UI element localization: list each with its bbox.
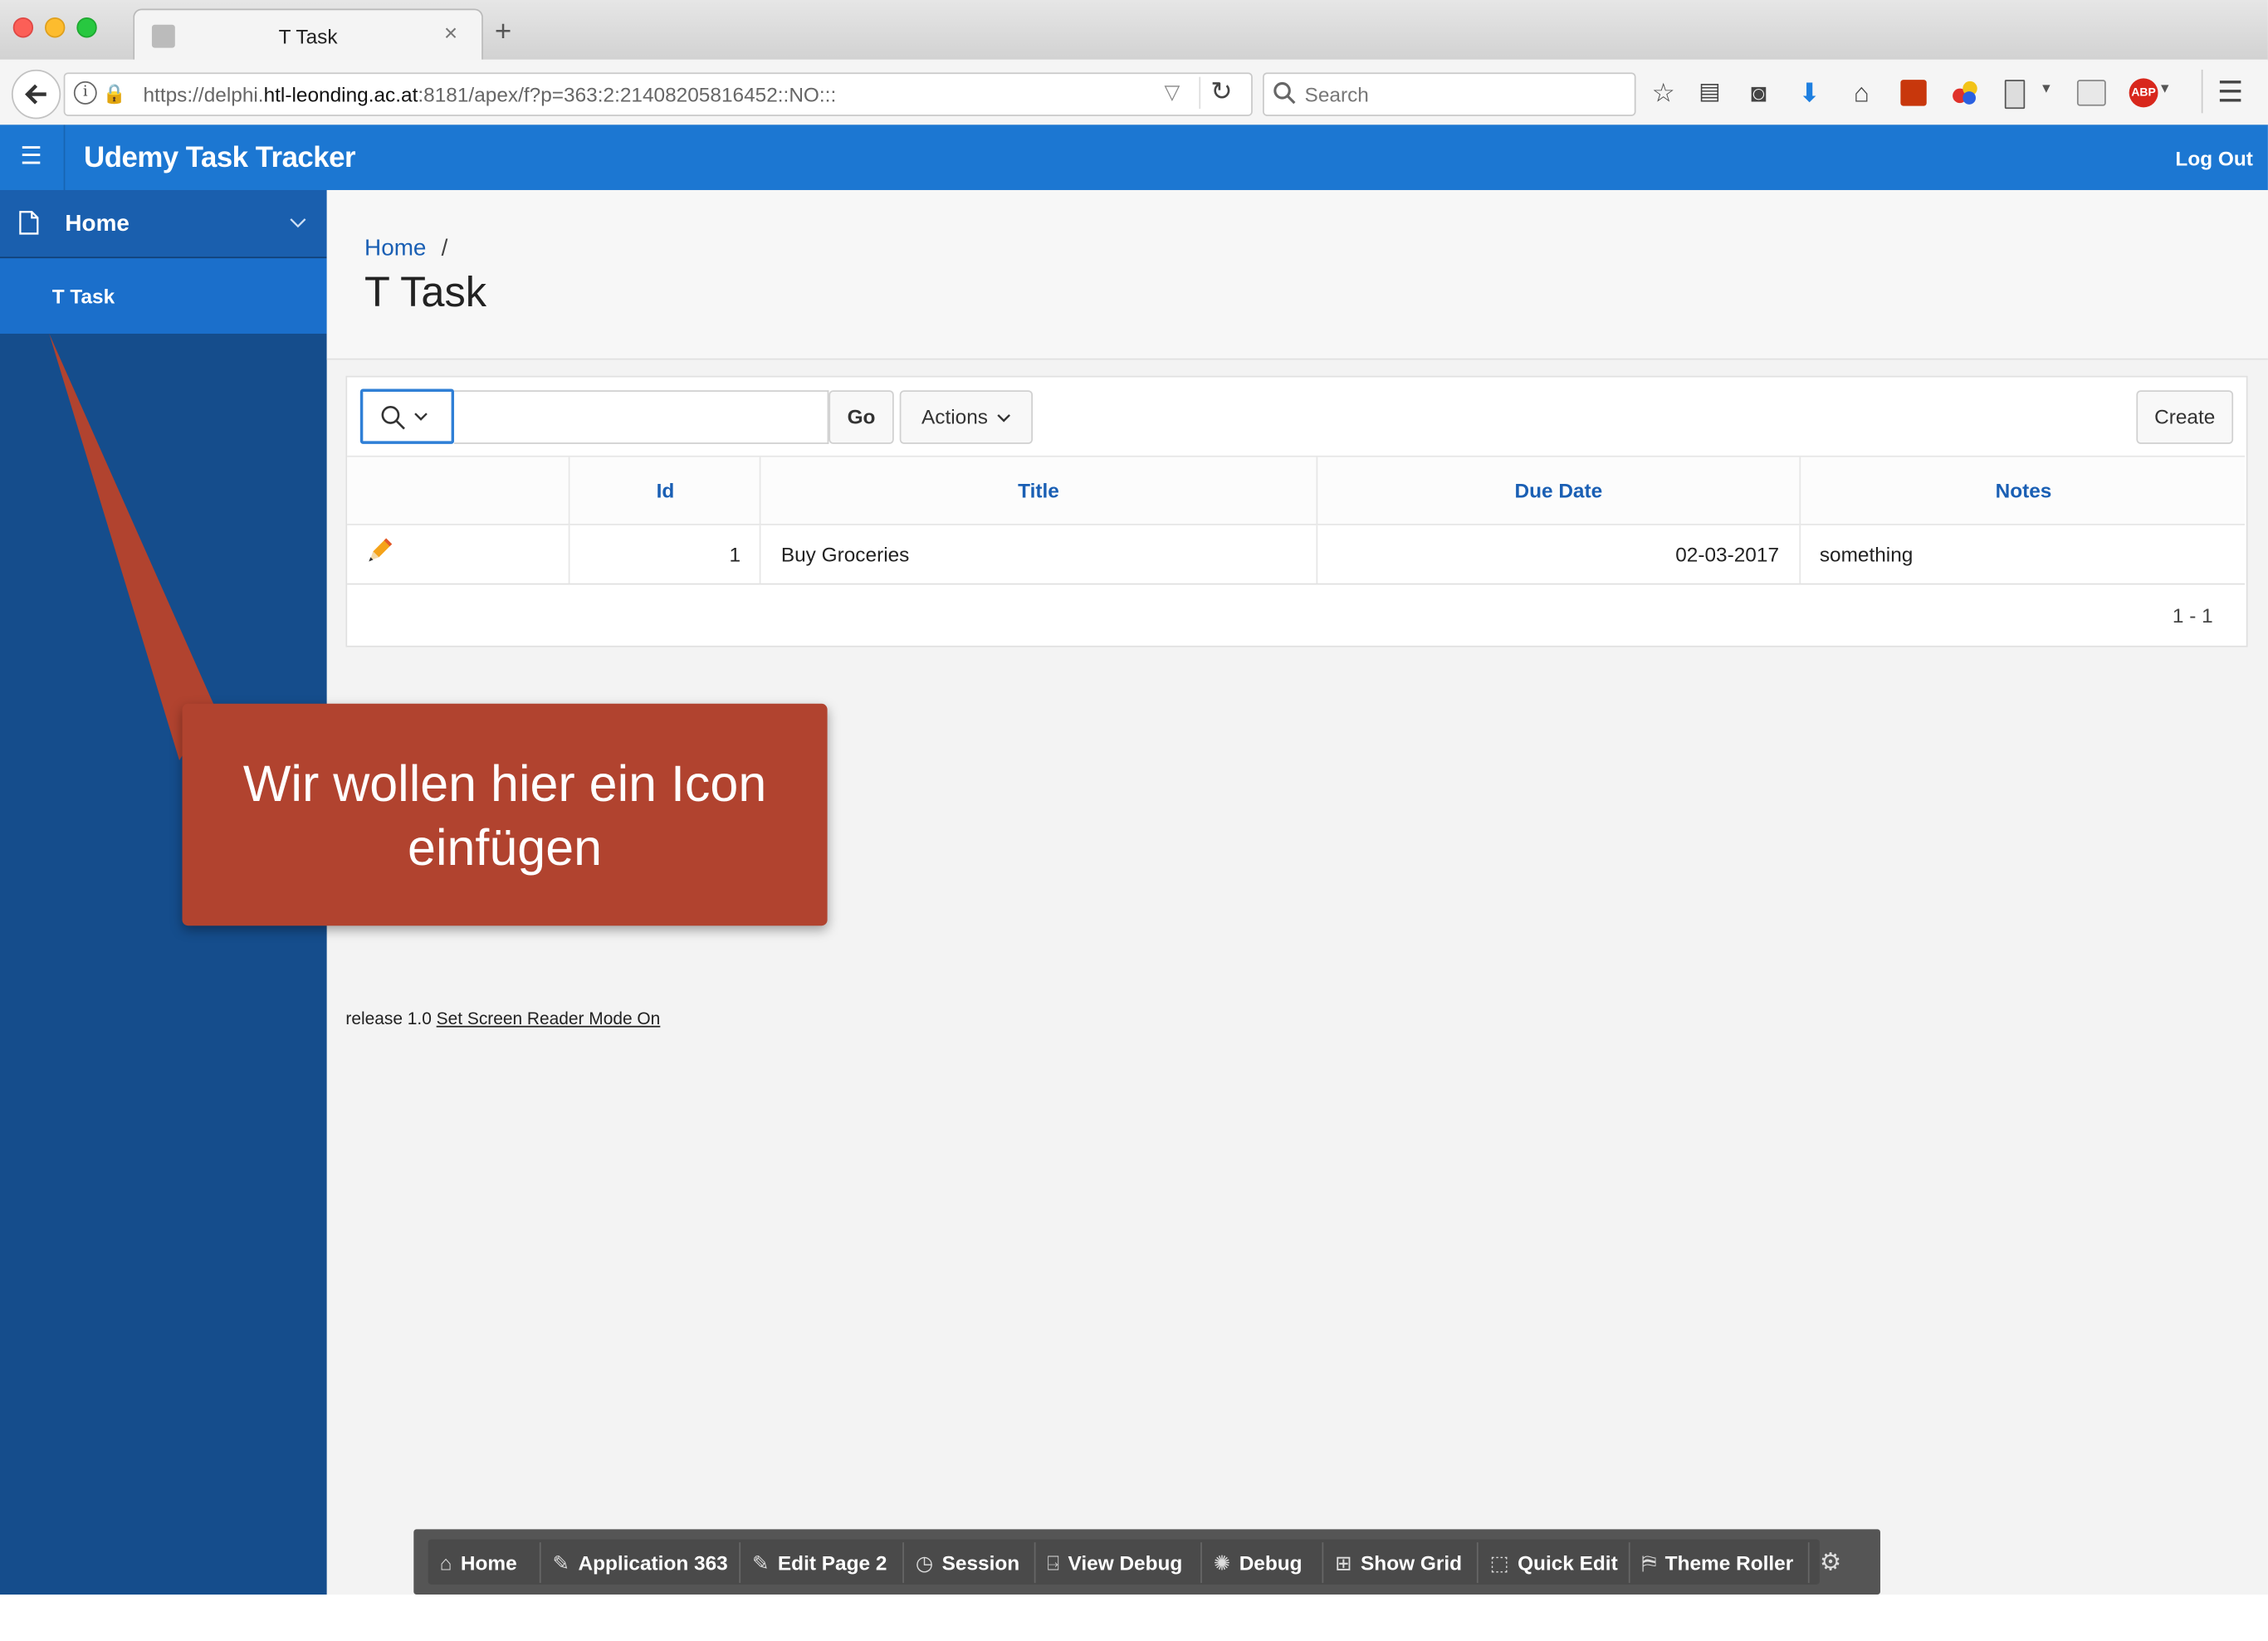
logout-link[interactable]: Log Out xyxy=(2175,147,2252,170)
actions-button[interactable]: Actions xyxy=(899,390,1034,444)
devbar-home-button[interactable]: ⌂ Home xyxy=(440,1546,517,1578)
cell-due-date: 02-03-2017 xyxy=(1316,525,1799,584)
clipboard-extension-icon[interactable] xyxy=(2004,80,2026,110)
bookmark-star-icon[interactable]: ☆ xyxy=(1646,78,1681,107)
devbar-show-grid-button[interactable]: ⊞ Show Grid xyxy=(1335,1546,1462,1578)
browser-menu-icon[interactable]: ☰ xyxy=(2213,78,2248,107)
page-footer: release 1.0 Set Screen Reader Mode On xyxy=(345,1009,660,1028)
reload-icon[interactable]: ↻ xyxy=(1210,77,1232,108)
callout-line-1: Wir wollen hier ein Icon xyxy=(242,755,767,813)
release-text: release 1.0 xyxy=(345,1008,432,1029)
edit-icon: ✎ xyxy=(552,1551,570,1575)
adblock-dropdown-icon[interactable]: ▾ xyxy=(2161,78,2169,97)
screenshot-extension-icon[interactable] xyxy=(2076,80,2106,106)
quick-edit-icon: ⬚ xyxy=(1489,1551,1509,1575)
devbar-theme-roller-button[interactable]: ⛿ Theme Roller xyxy=(1642,1546,1794,1578)
devbar-divider xyxy=(902,1542,904,1584)
column-header-due-date[interactable]: Due Date xyxy=(1316,457,1799,525)
create-button[interactable]: Create xyxy=(2136,390,2234,444)
devbar-application-button[interactable]: ✎ Application 363 xyxy=(553,1546,728,1578)
adblock-icon[interactable]: ABP xyxy=(2129,78,2158,108)
devbar-divider xyxy=(1628,1542,1630,1584)
search-icon xyxy=(1273,81,1296,105)
devbar-divider xyxy=(539,1542,541,1584)
column-header-notes[interactable]: Notes xyxy=(1799,457,2246,525)
callout-line-2: einfügen xyxy=(408,819,603,877)
toolbar-divider xyxy=(2201,69,2203,114)
devbar-divider xyxy=(1476,1542,1479,1584)
actions-label: Actions xyxy=(921,404,989,428)
screen-reader-link[interactable]: Set Screen Reader Mode On xyxy=(437,1009,661,1028)
devbar-divider xyxy=(1034,1542,1036,1584)
search-placeholder: Search xyxy=(1304,82,1369,106)
extension-red-icon[interactable] xyxy=(1900,80,1927,106)
grid-icon: ⊞ xyxy=(1335,1551,1352,1575)
download-icon[interactable]: ⬇ xyxy=(1792,78,1827,107)
pocket-icon[interactable]: ◙ xyxy=(1742,78,1777,107)
cell-notes: something xyxy=(1799,525,2245,584)
devbar-quick-edit-button[interactable]: ⬚ Quick Edit xyxy=(1490,1546,1618,1578)
devbar-session-button[interactable]: ◷ Session xyxy=(916,1546,1019,1578)
home-icon: ⌂ xyxy=(439,1551,452,1575)
devbar-divider xyxy=(1200,1542,1202,1584)
devbar-divider xyxy=(739,1542,741,1584)
devbar-divider xyxy=(1322,1542,1324,1584)
devbar-view-debug-button[interactable]: ⍈ View Debug xyxy=(1047,1546,1182,1578)
paint-roller-icon: ⛿ xyxy=(1641,1551,1657,1575)
url-bar-divider xyxy=(1199,76,1201,110)
extension-color-icon[interactable] xyxy=(1953,80,1978,105)
devbar-divider xyxy=(1807,1542,1810,1584)
home-icon[interactable]: ⌂ xyxy=(1844,78,1879,107)
clock-icon: ◷ xyxy=(915,1551,934,1575)
devbar-debug-button[interactable]: ✺ Debug xyxy=(1214,1546,1303,1578)
bug-icon: ✺ xyxy=(1213,1551,1231,1575)
edit-page-icon: ✎ xyxy=(751,1551,770,1575)
extension-dropdown-icon[interactable]: ▾ xyxy=(2042,78,2050,97)
reading-list-icon[interactable]: ▤ xyxy=(1692,78,1727,107)
callout-text: Wir wollen hier ein Icon einfügen xyxy=(183,753,828,881)
chevron-down-icon xyxy=(997,414,1010,422)
pagination-info: 1 - 1 xyxy=(2172,603,2213,628)
callout-annotation: Wir wollen hier ein Icon einfügen xyxy=(182,703,828,926)
browser-search-bar[interactable]: Search xyxy=(1263,72,1636,116)
devbar-settings-gear-icon[interactable]: ⚙ xyxy=(1820,1546,1842,1578)
devbar-edit-page-button[interactable]: ✎ Edit Page 2 xyxy=(752,1546,887,1578)
view-debug-icon: ⍈ xyxy=(1047,1551,1060,1575)
url-dropdown-icon[interactable]: ▽ xyxy=(1165,80,1180,105)
